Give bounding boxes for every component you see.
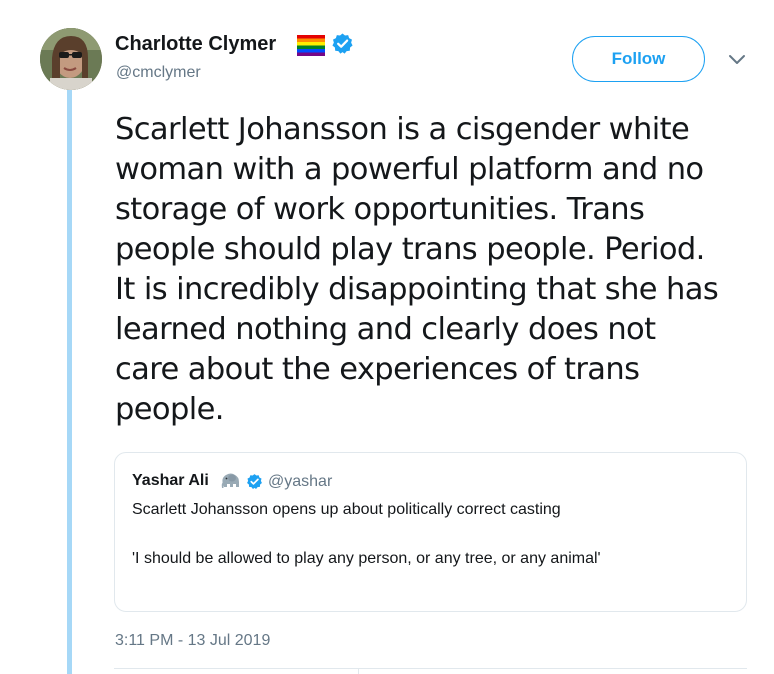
verified-badge-icon (332, 33, 353, 54)
tweet: Charlotte Clymer @cmclymer Follow Scarle… (0, 0, 774, 674)
avatar[interactable] (40, 28, 102, 90)
quoted-author-handle: @yashar (268, 473, 333, 490)
verified-badge-icon (247, 474, 262, 489)
author-handle[interactable]: @cmclymer (116, 64, 201, 82)
tweet-text-line: learned nothing and clearly does not (115, 312, 656, 347)
follow-button[interactable]: Follow (572, 36, 705, 82)
chevron-down-icon[interactable] (728, 53, 746, 67)
tweet-timestamp[interactable]: 3:11 PM - 13 Jul 2019 (115, 632, 270, 650)
quoted-tweet-text: 'I should be allowed to play any person,… (132, 550, 601, 567)
author-name[interactable]: Charlotte Clymer (115, 33, 276, 56)
divider (358, 668, 359, 674)
rainbow-flag-icon (297, 35, 325, 56)
tweet-text: Scarlett Johansson is a cisgender white … (115, 110, 765, 430)
divider (114, 668, 747, 669)
quoted-author-name: Yashar Ali (132, 472, 209, 489)
elephant-icon (221, 473, 239, 488)
tweet-text-line: care about the experiences of trans (115, 352, 640, 387)
tweet-text-line: storage of work opportunities. Trans (115, 192, 645, 227)
thread-line (67, 88, 72, 674)
tweet-text-line: people. (115, 392, 224, 427)
tweet-text-line: woman with a powerful platform and no (115, 152, 704, 187)
tweet-text-line: Scarlett Johansson is a cisgender white (115, 112, 690, 147)
tweet-text-line: people should play trans people. Period. (115, 232, 705, 267)
quoted-tweet-card[interactable]: Yashar Ali @yashar Scarlett Johansson op… (114, 452, 747, 612)
tweet-text-line: It is incredibly disappointing that she … (115, 272, 719, 307)
quoted-tweet-text: Scarlett Johansson opens up about politi… (132, 501, 561, 518)
